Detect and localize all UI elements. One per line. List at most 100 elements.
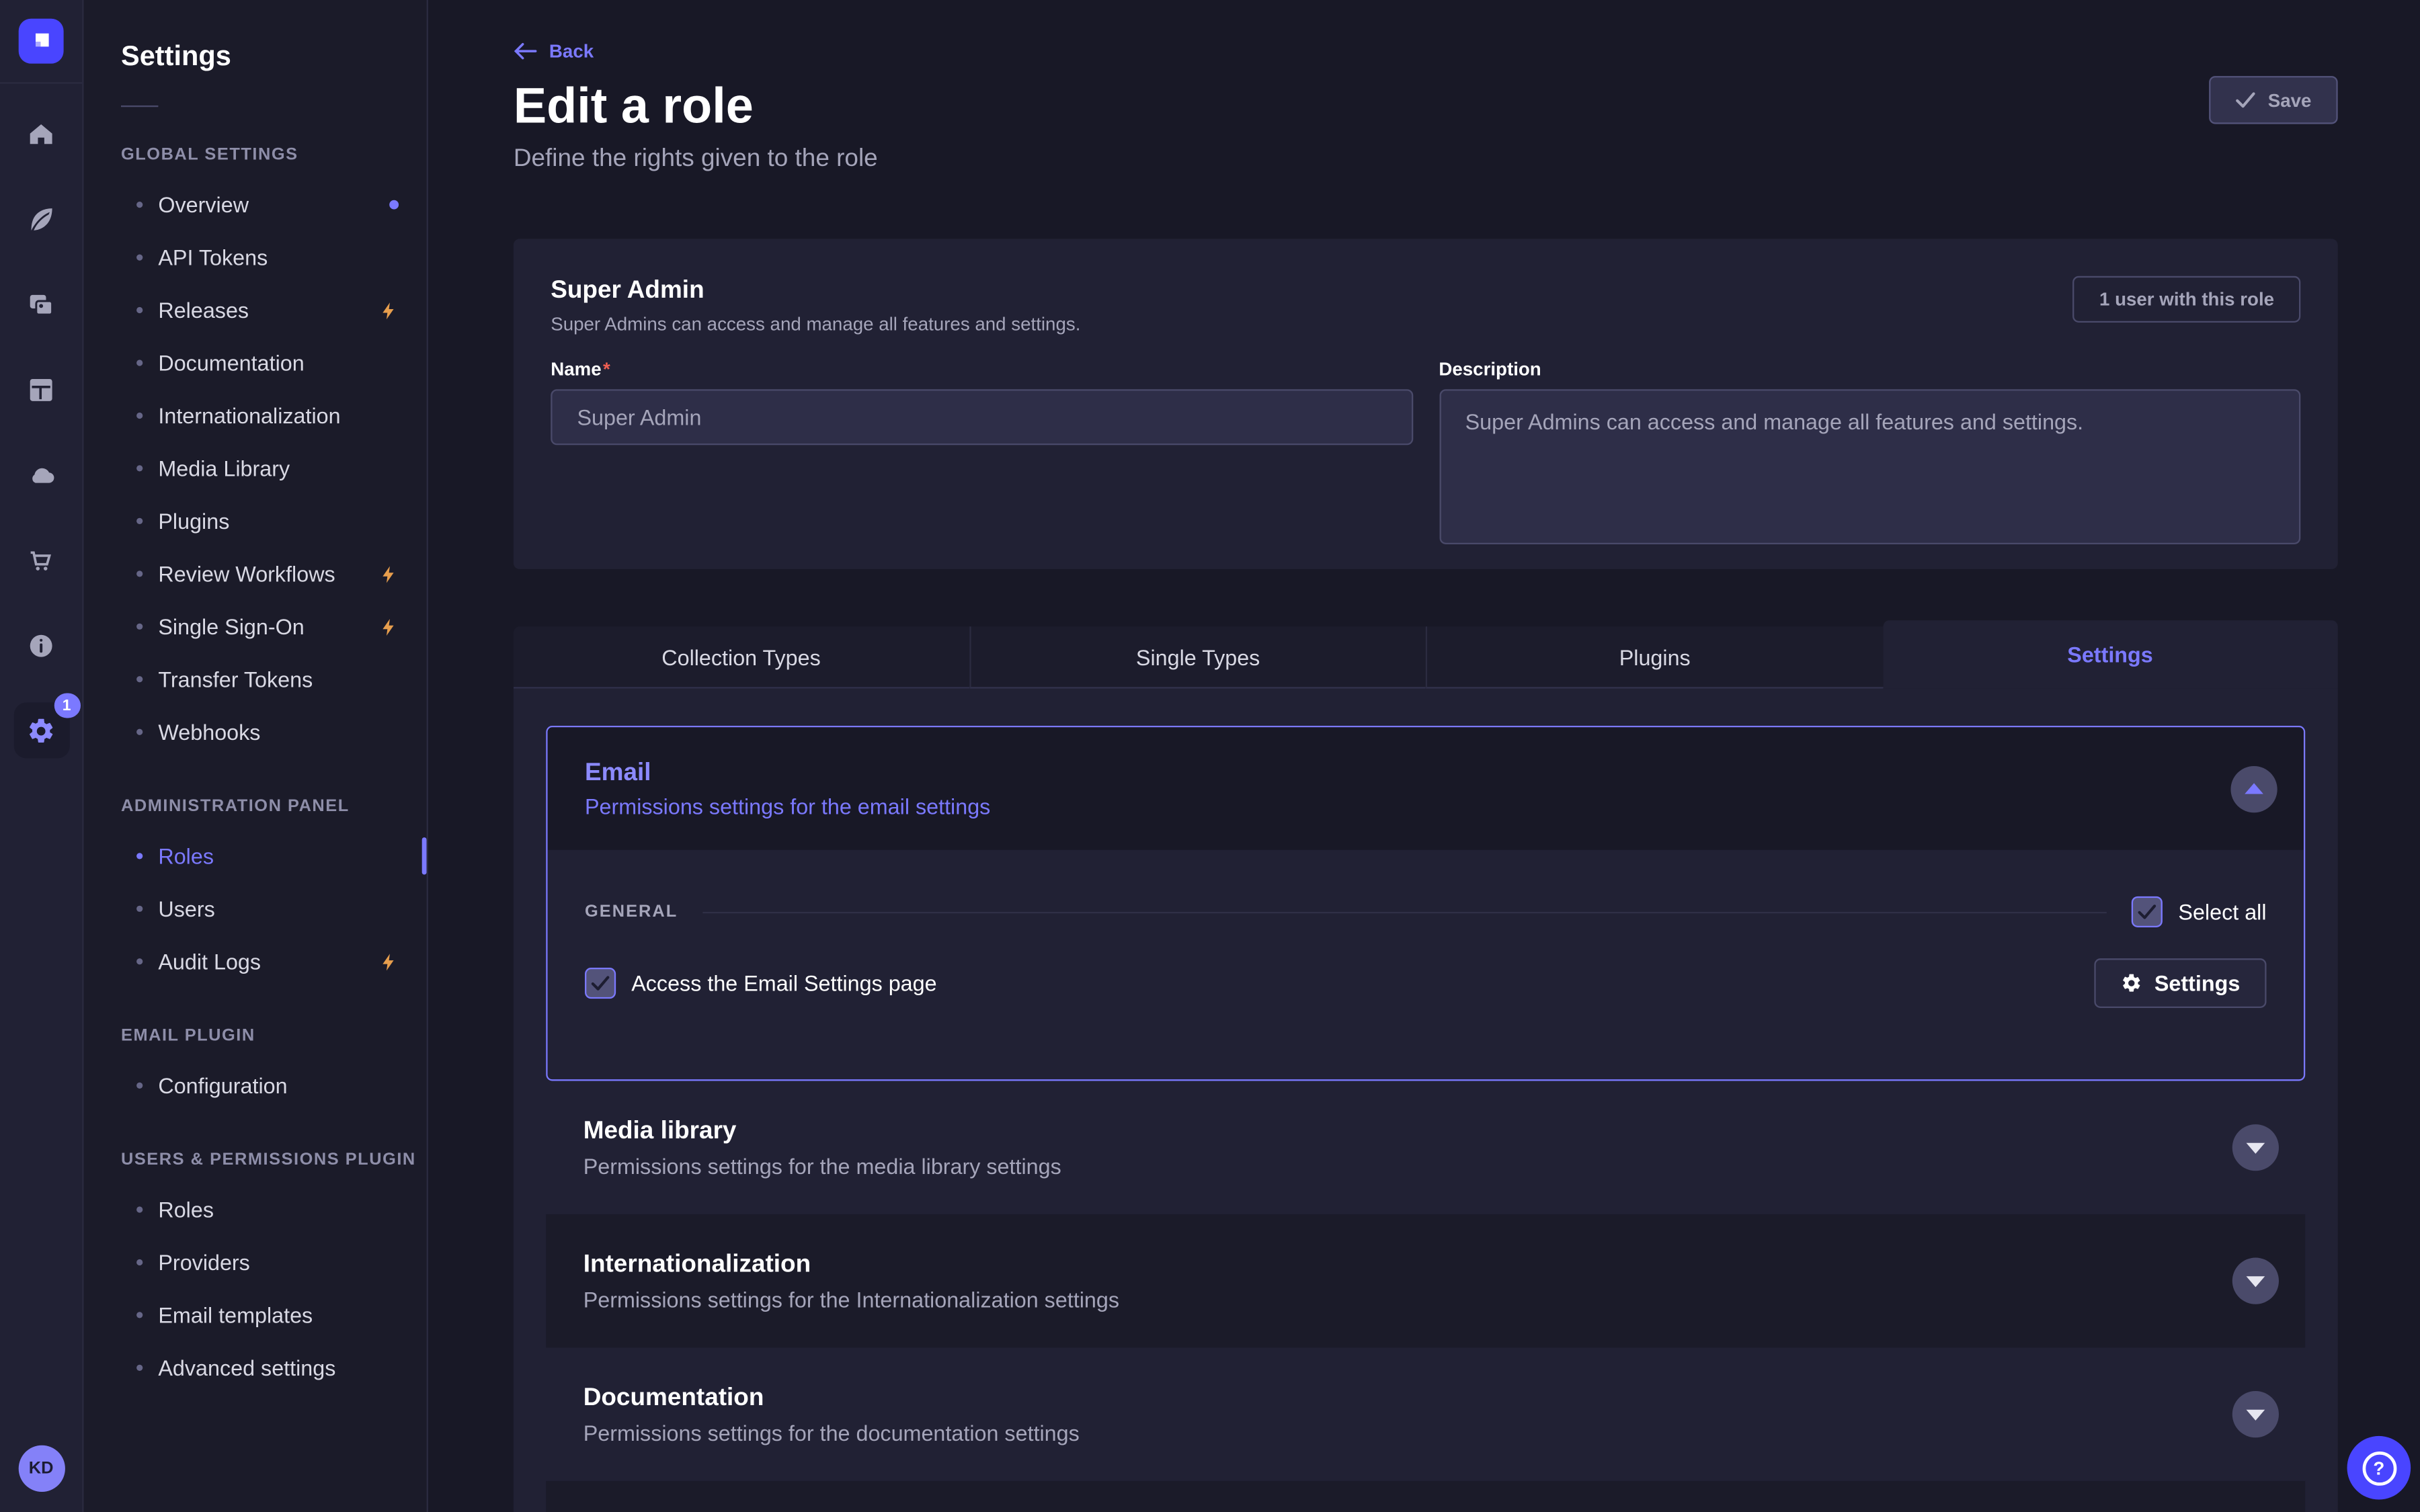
sidebar-item-roles-admin[interactable]: Roles — [84, 830, 427, 882]
home-icon[interactable] — [13, 106, 69, 161]
sidebar-item-review-workflows[interactable]: Review Workflows — [84, 548, 427, 600]
sidebar-item-plugins[interactable]: Plugins — [84, 495, 427, 547]
active-item-indicator — [422, 837, 427, 874]
back-link[interactable]: Back — [514, 40, 594, 62]
bullet-icon — [136, 413, 143, 419]
tab-collection-types[interactable]: Collection Types — [514, 626, 969, 688]
accordion-email-header[interactable]: Email Permissions settings for the email… — [548, 727, 2304, 849]
sidebar-item-internationalization[interactable]: Internationalization — [84, 389, 427, 442]
accordion-email: Email Permissions settings for the email… — [546, 726, 2305, 1081]
main-content: Back Edit a role Save Define the rights … — [428, 0, 2420, 1512]
section-label-global-settings: GLOBAL SETTINGS — [121, 144, 427, 166]
bullet-icon — [136, 518, 143, 524]
accordion-documentation[interactable]: Documentation Permissions settings for t… — [546, 1347, 2305, 1480]
accordion-subtitle: Permissions settings for the email setti… — [585, 794, 2304, 819]
bullet-icon — [136, 1083, 143, 1089]
expand-button[interactable] — [2232, 1124, 2279, 1171]
bullet-icon — [136, 254, 143, 260]
check-icon — [2235, 91, 2255, 108]
page-title: Edit a role — [514, 76, 754, 135]
save-button[interactable]: Save — [2209, 76, 2338, 124]
bullet-icon — [136, 202, 143, 208]
sidebar-item-advanced-settings[interactable]: Advanced settings — [84, 1341, 427, 1394]
sidebar-item-roles-up[interactable]: Roles — [84, 1183, 427, 1236]
page-subtitle: Define the rights given to the role — [514, 146, 2338, 174]
subnav-title: Settings — [121, 37, 427, 74]
sidebar-item-overview[interactable]: Overview — [84, 178, 427, 230]
accordion-plugins-and-marketplace[interactable]: Plugins and marketplace — [546, 1481, 2305, 1512]
section-label-users-permissions-plugin: USERS & PERMISSIONS PLUGIN — [121, 1149, 427, 1171]
check-icon — [591, 976, 610, 991]
accordion-media-library[interactable]: Media library Permissions settings for t… — [546, 1081, 2305, 1214]
tab-plugins[interactable]: Plugins — [1426, 626, 1883, 688]
sidebar-item-transfer-tokens[interactable]: Transfer Tokens — [84, 653, 427, 706]
sidebar-item-configuration[interactable]: Configuration — [84, 1059, 427, 1111]
workspace-switcher[interactable] — [0, 0, 82, 84]
user-avatar[interactable]: KD — [18, 1445, 65, 1492]
expand-button[interactable] — [2232, 1258, 2279, 1304]
chevron-down-icon — [2247, 1275, 2265, 1286]
settings-tab-panel: Email Permissions settings for the email… — [514, 689, 2338, 1512]
bullet-icon — [136, 571, 143, 577]
content-manager-feather-icon[interactable] — [13, 191, 69, 247]
chevron-up-icon — [2245, 783, 2263, 794]
notification-dot-icon — [389, 200, 399, 210]
check-icon — [2138, 904, 2156, 919]
accordion-subtitle: Permissions settings for the media libra… — [583, 1154, 2306, 1179]
marketplace-cart-icon[interactable] — [13, 532, 69, 588]
permission-checkbox[interactable] — [585, 968, 616, 999]
select-all-label[interactable]: Select all — [2178, 899, 2266, 924]
sidebar-item-providers[interactable]: Providers — [84, 1236, 427, 1288]
sidebar-item-email-templates[interactable]: Email templates — [84, 1289, 427, 1341]
accordion-title: Documentation — [583, 1383, 2306, 1414]
main-nav-rail: 1 KD — [0, 0, 84, 1512]
name-input[interactable] — [551, 389, 1412, 445]
select-all-checkbox[interactable] — [2132, 896, 2163, 927]
media-library-icon[interactable] — [13, 276, 69, 332]
accordion-internationalization[interactable]: Internationalization Permissions setting… — [546, 1214, 2305, 1347]
information-icon[interactable] — [13, 617, 69, 673]
settings-gear-icon[interactable]: 1 — [13, 702, 69, 758]
sidebar-item-releases[interactable]: Releases — [84, 284, 427, 336]
bullet-icon — [136, 676, 143, 682]
role-description-text: Super Admins can access and manage all f… — [551, 312, 2300, 337]
email-settings-button[interactable]: Settings — [2094, 958, 2267, 1008]
app-window: 1 KD Settings GLOBAL SETTINGS Overview A… — [0, 0, 2420, 1512]
permissions-tabbar: Collection Types Single Types Plugins Se… — [514, 620, 2338, 689]
tab-settings[interactable]: Settings — [1882, 620, 2337, 689]
permission-label[interactable]: Access the Email Settings page — [631, 971, 936, 996]
help-button[interactable]: ? — [2347, 1436, 2411, 1500]
rail-icon-list: 1 — [13, 106, 69, 759]
sidebar-item-audit-logs[interactable]: Audit Logs — [84, 935, 427, 988]
accordion-email-body: GENERAL Select all Access the Email Sett… — [548, 850, 2304, 1080]
sidebar-item-api-tokens[interactable]: API Tokens — [84, 231, 427, 284]
lightning-icon — [378, 300, 399, 321]
collapse-button[interactable] — [2230, 765, 2277, 812]
settings-subnav: Settings GLOBAL SETTINGS Overview API To… — [84, 0, 428, 1512]
description-field-group: Description Super Admins can access and … — [1439, 357, 2300, 552]
sidebar-item-webhooks[interactable]: Webhooks — [84, 706, 427, 758]
bullet-icon — [136, 465, 143, 471]
accordion-subtitle: Permissions settings for the documentati… — [583, 1421, 2306, 1445]
lightning-icon — [378, 564, 399, 584]
bullet-icon — [136, 307, 143, 313]
description-label: Description — [1439, 357, 2300, 382]
sidebar-item-users[interactable]: Users — [84, 882, 427, 935]
sidebar-item-single-sign-on[interactable]: Single Sign-On — [84, 600, 427, 653]
content-type-builder-icon[interactable] — [13, 362, 69, 417]
strapi-logo-icon — [19, 19, 64, 64]
notification-badge: 1 — [54, 694, 80, 718]
description-textarea[interactable]: Super Admins can access and manage all f… — [1439, 389, 2300, 544]
accordion-title: Media library — [583, 1117, 2306, 1148]
users-with-role-button[interactable]: 1 user with this role — [2073, 276, 2301, 323]
cloud-icon[interactable] — [13, 447, 69, 503]
accordion-title: Internationalization — [583, 1250, 2306, 1281]
tab-single-types[interactable]: Single Types — [969, 626, 1426, 688]
sidebar-item-documentation[interactable]: Documentation — [84, 337, 427, 389]
sidebar-item-media-library[interactable]: Media Library — [84, 442, 427, 495]
expand-button[interactable] — [2232, 1391, 2279, 1437]
bullet-icon — [136, 360, 143, 366]
bullet-icon — [136, 729, 143, 735]
general-section-label: GENERAL — [585, 902, 678, 921]
bullet-icon — [136, 958, 143, 964]
